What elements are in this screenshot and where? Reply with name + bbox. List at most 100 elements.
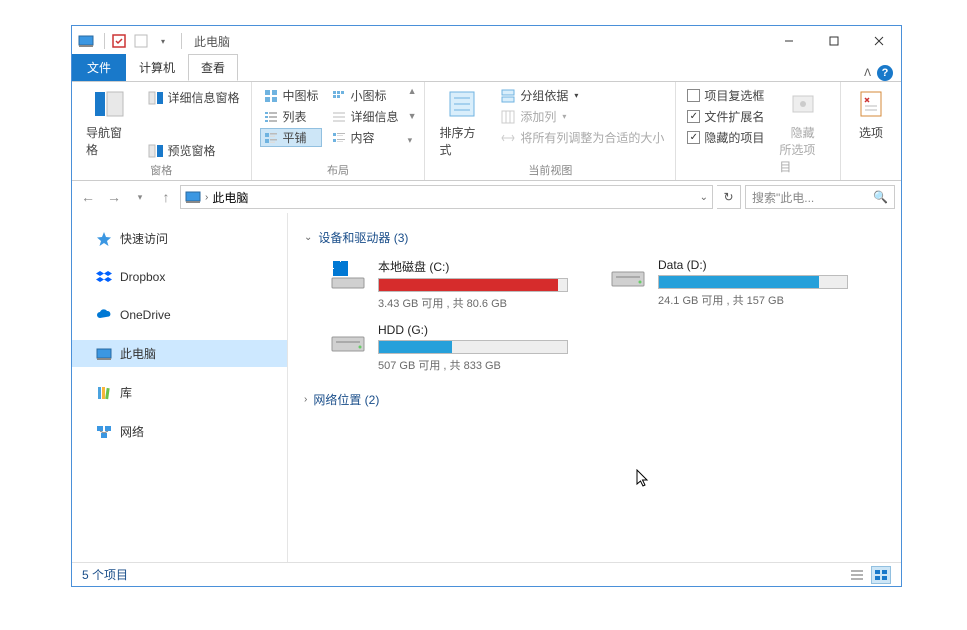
drive-icon xyxy=(328,258,368,294)
sidebar-item-dropbox[interactable]: Dropbox xyxy=(72,264,287,290)
layout-scroll-up-icon[interactable]: ▲ xyxy=(408,86,417,96)
minimize-button[interactable] xyxy=(766,26,811,56)
address-dropdown-icon[interactable]: ⌄ xyxy=(700,192,708,203)
layout-tiles[interactable]: 平铺 xyxy=(260,128,322,147)
dropbox-icon xyxy=(96,269,112,285)
search-input[interactable]: 搜索"此电... 🔍 xyxy=(745,185,895,209)
layout-medium-icons[interactable]: 中图标 xyxy=(260,86,322,105)
item-checkboxes-toggle[interactable]: 项目复选框 xyxy=(684,86,767,105)
drive-tile[interactable]: HDD (G:) 507 GB 可用 , 共 833 GB xyxy=(328,323,568,373)
sidebar-item-thispc[interactable]: 此电脑 xyxy=(72,340,287,367)
drive-usage-bar xyxy=(378,340,568,354)
onedrive-icon xyxy=(96,307,112,323)
drive-icon xyxy=(608,258,648,294)
layout-small-icons[interactable]: 小图标 xyxy=(328,86,402,105)
help-icon[interactable]: ? xyxy=(877,65,893,81)
ribbon-group-options: 选项 xyxy=(841,82,901,180)
qat-separator xyxy=(181,33,182,49)
navigation-sidebar: 快速访问 Dropbox OneDrive 此电脑 库 xyxy=(72,213,288,562)
nav-up-button[interactable]: ↑ xyxy=(156,187,176,207)
view-tiles-button[interactable] xyxy=(871,566,891,584)
tab-view[interactable]: 查看 xyxy=(188,54,238,81)
ribbon-group-panes: 导航窗格 详细信息窗格 预览窗格 窗格 xyxy=(72,82,252,180)
statusbar: 5 个项目 xyxy=(72,562,901,586)
preview-pane-button[interactable]: 预览窗格 xyxy=(145,141,243,160)
group-label-layout: 布局 xyxy=(260,160,417,180)
sidebar-item-network[interactable]: 网络 xyxy=(72,418,287,445)
refresh-button[interactable]: ↻ xyxy=(717,185,741,209)
window-title: 此电脑 xyxy=(194,33,230,50)
drive-status: 3.43 GB 可用 , 共 80.6 GB xyxy=(378,295,568,311)
network-icon xyxy=(96,424,112,440)
group-devices[interactable]: ⌄ 设备和驱动器 (3) xyxy=(304,225,885,250)
hidden-items-toggle[interactable]: ✓隐藏的项目 xyxy=(684,128,767,147)
ribbon-group-currentview: 排序方式 分组依据▾ 添加列▾ 将所有列调整为合适的大小 当前视图 xyxy=(425,82,676,180)
chevron-down-icon: ⌄ xyxy=(304,232,312,243)
drive-icon xyxy=(328,323,368,359)
sidebar-item-libraries[interactable]: 库 xyxy=(72,379,287,406)
main-pane: ⌄ 设备和驱动器 (3) 本地磁盘 (C:)3.43 GB 可用 , 共 80.… xyxy=(288,213,901,562)
ribbon-tabs: 文件 计算机 查看 ᐱ ? xyxy=(72,56,901,81)
chevron-right-icon: › xyxy=(304,394,307,405)
libraries-icon xyxy=(96,385,112,401)
nav-pane-label: 导航窗格 xyxy=(86,124,133,158)
explorer-window: ▾ 此电脑 文件 计算机 查看 ᐱ ? 导航窗格 xyxy=(71,25,902,587)
content-area: 快速访问 Dropbox OneDrive 此电脑 库 xyxy=(72,213,901,562)
item-count: 5 个项目 xyxy=(82,566,128,583)
nav-forward-button[interactable]: → xyxy=(104,187,124,207)
search-icon: 🔍 xyxy=(873,190,888,204)
nav-pane-button[interactable]: 导航窗格 xyxy=(80,86,139,160)
options-button[interactable]: 选项 xyxy=(849,86,893,143)
drive-status: 507 GB 可用 , 共 833 GB xyxy=(378,357,568,373)
nav-back-button[interactable]: ← xyxy=(78,187,98,207)
size-columns-button: 将所有列调整为合适的大小 xyxy=(497,128,667,147)
drive-tile[interactable]: 本地磁盘 (C:)3.43 GB 可用 , 共 80.6 GB xyxy=(328,258,568,311)
ribbon: 导航窗格 详细信息窗格 预览窗格 窗格 中图标 xyxy=(72,81,901,181)
drives-container: 本地磁盘 (C:)3.43 GB 可用 , 共 80.6 GB Data (D:)… xyxy=(304,250,885,387)
drive-name: Data (D:) xyxy=(658,258,848,272)
tab-computer[interactable]: 计算机 xyxy=(126,54,188,81)
tab-file[interactable]: 文件 xyxy=(72,54,126,81)
layout-scroll-down-icon[interactable]: ▼ xyxy=(408,111,417,121)
view-details-button[interactable] xyxy=(847,566,867,584)
ribbon-group-layout: 中图标 列表 平铺 小图标 详细信息 内容 ▲ ▼ ▾ 布局 xyxy=(252,82,426,180)
ribbon-group-showhide: 项目复选框 ✓文件扩展名 ✓隐藏的项目 隐藏 所选项目 显示/隐藏 xyxy=(676,82,841,180)
group-label-currentview: 当前视图 xyxy=(433,160,667,180)
ribbon-help: ᐱ ? xyxy=(864,65,901,81)
sort-button[interactable]: 排序方式 xyxy=(433,86,491,160)
sidebar-item-quickaccess[interactable]: 快速访问 xyxy=(72,225,287,252)
titlebar: ▾ 此电脑 xyxy=(72,26,901,56)
address-input[interactable]: › 此电脑 ⌄ xyxy=(180,185,713,209)
layout-content[interactable]: 内容 xyxy=(328,128,402,147)
nav-recent-dropdown[interactable]: ▾ xyxy=(130,187,150,207)
layout-list[interactable]: 列表 xyxy=(260,107,322,126)
drive-usage-bar xyxy=(658,275,848,289)
layout-more-icon[interactable]: ▾ xyxy=(408,135,417,146)
star-icon xyxy=(96,231,112,247)
drive-status: 24.1 GB 可用 , 共 157 GB xyxy=(658,292,848,308)
sidebar-item-onedrive[interactable]: OneDrive xyxy=(72,302,287,328)
qat-properties-icon[interactable] xyxy=(111,33,127,49)
quick-access-toolbar: ▾ xyxy=(78,33,186,49)
app-icon xyxy=(78,33,94,49)
breadcrumb-location[interactable]: 此电脑 xyxy=(212,189,248,206)
details-pane-button[interactable]: 详细信息窗格 xyxy=(145,88,243,107)
drive-usage-bar xyxy=(378,278,568,292)
qat-separator xyxy=(104,33,105,49)
group-network-locations[interactable]: › 网络位置 (2) xyxy=(304,387,885,412)
maximize-button[interactable] xyxy=(811,26,856,56)
qat-blank-icon[interactable] xyxy=(133,33,149,49)
collapse-ribbon-icon[interactable]: ᐱ xyxy=(864,68,871,79)
file-extensions-toggle[interactable]: ✓文件扩展名 xyxy=(684,107,767,126)
breadcrumb-sep-icon[interactable]: › xyxy=(205,192,208,203)
close-button[interactable] xyxy=(856,26,901,56)
computer-icon xyxy=(96,346,112,362)
drive-tile[interactable]: Data (D:) 24.1 GB 可用 , 共 157 GB xyxy=(608,258,848,311)
group-by-button[interactable]: 分组依据▾ xyxy=(497,86,667,105)
qat-dropdown-icon[interactable]: ▾ xyxy=(155,33,171,49)
layout-details[interactable]: 详细信息 xyxy=(328,107,402,126)
location-icon xyxy=(185,189,201,205)
search-placeholder: 搜索"此电... xyxy=(752,189,814,206)
hide-selected-button: 隐藏 所选项目 xyxy=(773,86,832,177)
drive-name: HDD (G:) xyxy=(378,323,568,337)
